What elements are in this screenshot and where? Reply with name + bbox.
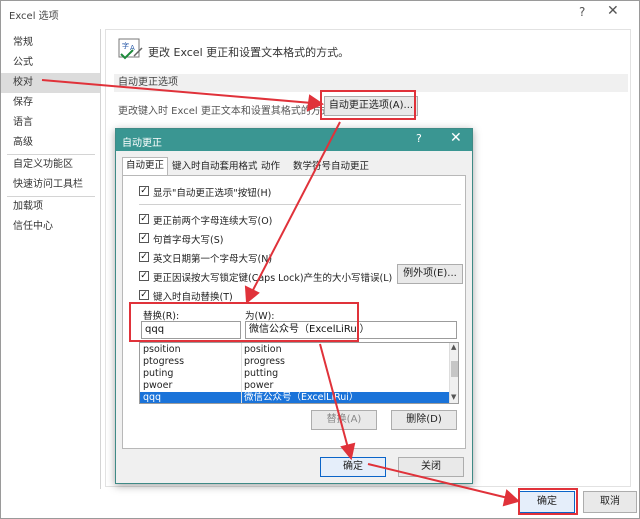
list-item-from: psoition bbox=[143, 344, 181, 355]
sidebar-item-formulas[interactable]: 公式 bbox=[1, 53, 100, 73]
window-title: Excel 选项 bbox=[9, 11, 59, 22]
capitalize-first-letter-checkbox[interactable]: ✓ bbox=[139, 233, 149, 243]
list-item[interactable]: ptogress progress bbox=[140, 356, 449, 368]
scroll-up-icon[interactable]: ▲ bbox=[451, 343, 456, 351]
dialog-close-button[interactable]: 关闭 bbox=[398, 457, 464, 477]
sidebar-item-general[interactable]: 常规 bbox=[1, 33, 100, 53]
sidebar-item-customize-ribbon[interactable]: 自定义功能区 bbox=[1, 155, 100, 175]
sidebar-item-save[interactable]: 保存 bbox=[1, 93, 100, 113]
list-item[interactable]: puting putting bbox=[140, 368, 449, 380]
list-item[interactable]: pwoer power bbox=[140, 380, 449, 392]
tab-autoformat-as-you-type[interactable]: 键入时自动套用格式 bbox=[169, 159, 261, 175]
dialog-ok-button[interactable]: 确定 bbox=[320, 457, 386, 477]
replace-button[interactable]: 替换(A) bbox=[311, 410, 377, 430]
dialog-title-bar[interactable]: 自动更正 ? ✕ bbox=[116, 129, 472, 151]
annotation-box-replace-fields bbox=[129, 302, 359, 342]
panel-description: 更改 Excel 更正和设置文本格式的方式。 bbox=[148, 46, 350, 59]
sidebar-item-proofing[interactable]: 校对 bbox=[1, 73, 100, 93]
list-item-to: power bbox=[244, 380, 274, 391]
help-icon[interactable]: ? bbox=[579, 5, 585, 19]
annotation-box-autocorrect-options bbox=[320, 90, 416, 120]
list-item-from: ptogress bbox=[143, 356, 185, 367]
capitalize-days-checkbox[interactable]: ✓ bbox=[139, 252, 149, 262]
list-scrollbar[interactable]: ▲ ▼ bbox=[449, 343, 458, 403]
list-item[interactable]: psoition position bbox=[140, 344, 449, 356]
close-icon[interactable]: ✕ bbox=[607, 3, 619, 19]
sidebar-item-language[interactable]: 语言 bbox=[1, 113, 100, 133]
capitalize-days-label: 英文日期第一个字母大写(N) bbox=[153, 254, 273, 265]
annotation-box-ok bbox=[518, 488, 578, 515]
tab-math-autocorrect[interactable]: 数学符号自动更正 bbox=[290, 159, 372, 175]
options-divider bbox=[139, 204, 461, 205]
exceptions-button[interactable]: 例外项(E)... bbox=[397, 264, 463, 284]
autocorrect-description: 更改键入时 Excel 更正文本和设置其格式的方式： bbox=[118, 106, 341, 117]
list-item-selected[interactable]: qqq 微信公众号（ExcelLiRui） bbox=[140, 392, 449, 403]
dialog-close-icon[interactable]: ✕ bbox=[450, 130, 462, 146]
list-item-from: pwoer bbox=[143, 380, 173, 391]
caps-lock-correction-label: 更正因误按大写锁定键(Caps Lock)产生的大小写错误(L) bbox=[153, 273, 393, 284]
title-bar: Excel 选项 ? ✕ bbox=[1, 1, 639, 25]
list-item-from: puting bbox=[143, 368, 174, 379]
list-item-from: qqq bbox=[143, 392, 162, 403]
sidebar-item-quick-access-toolbar[interactable]: 快速访问工具栏 bbox=[1, 175, 100, 195]
svg-text:字: 字 bbox=[122, 41, 129, 50]
replace-as-you-type-label: 键入时自动替换(T) bbox=[153, 292, 233, 303]
tab-autocorrect[interactable]: 自动更正 bbox=[122, 157, 169, 176]
two-initial-capitals-label: 更正前两个字母连续大写(O) bbox=[153, 216, 273, 227]
delete-button[interactable]: 删除(D) bbox=[391, 410, 457, 430]
scrollbar-thumb[interactable] bbox=[451, 361, 458, 377]
capitalize-first-letter-label: 句首字母大写(S) bbox=[153, 235, 224, 246]
dialog-title: 自动更正 bbox=[122, 138, 162, 149]
list-item-to: position bbox=[244, 344, 282, 355]
tab-actions[interactable]: 动作 bbox=[258, 159, 283, 175]
dialog-help-icon[interactable]: ? bbox=[416, 132, 422, 145]
list-item-to: putting bbox=[244, 368, 279, 379]
show-buttons-label: 显示"自动更正选项"按钮(H) bbox=[153, 188, 272, 199]
sidebar-item-add-ins[interactable]: 加载项 bbox=[1, 197, 100, 217]
list-item-to: progress bbox=[244, 356, 286, 367]
list-item-to: 微信公众号（ExcelLiRui） bbox=[244, 392, 359, 403]
cancel-button[interactable]: 取消 bbox=[583, 491, 637, 513]
show-buttons-checkbox[interactable]: ✓ bbox=[139, 186, 149, 196]
scroll-down-icon[interactable]: ▼ bbox=[451, 393, 456, 401]
replacement-list[interactable]: psoition position ptogress progress puti… bbox=[139, 342, 459, 404]
sidebar-item-trust-center[interactable]: 信任中心 bbox=[1, 217, 100, 237]
replace-as-you-type-checkbox[interactable]: ✓ bbox=[139, 290, 149, 300]
two-initial-capitals-checkbox[interactable]: ✓ bbox=[139, 214, 149, 224]
proofing-abc-check-icon: 字 A bbox=[118, 38, 143, 60]
caps-lock-correction-checkbox[interactable]: ✓ bbox=[139, 271, 149, 281]
list-column-divider bbox=[241, 343, 242, 403]
sidebar-item-advanced[interactable]: 高级 bbox=[1, 133, 100, 153]
sidebar: 常规 公式 校对 保存 语言 高级 自定义功能区 快速访问工具栏 加载项 信任中… bbox=[1, 29, 101, 489]
